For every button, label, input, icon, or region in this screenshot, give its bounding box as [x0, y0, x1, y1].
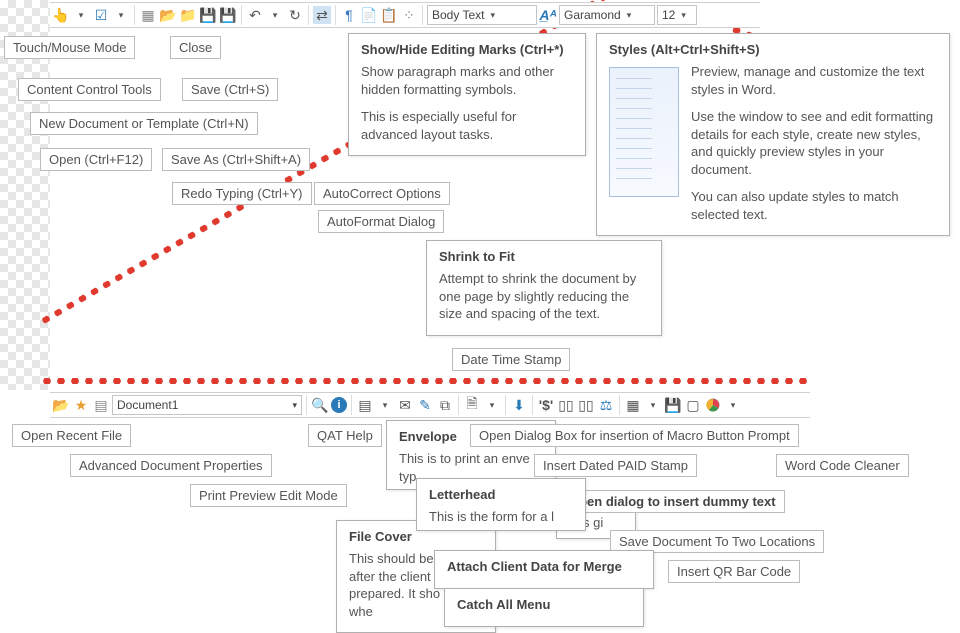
tooltip-title: Shrink to Fit	[439, 249, 649, 264]
adv-props-icon[interactable]: ▤	[92, 396, 110, 414]
toggle-arrows-icon[interactable]: ⇄	[313, 6, 331, 24]
dollar-icon[interactable]: '$'	[537, 396, 555, 414]
quick-access-toolbar-bottom: 📂 ★ ▤ Document1 ▾ 🔍 i ▤ ▾ ✉ ✎ ⧉ 🗎 ▾ ⬇ '$…	[50, 392, 810, 418]
open-icon[interactable]: 📂	[159, 6, 177, 24]
document-dropdown-value: Document1	[117, 398, 178, 412]
show-hide-marks-icon[interactable]: ¶	[340, 6, 358, 24]
columns1-icon[interactable]: ▯▯	[557, 396, 575, 414]
document-dropdown[interactable]: Document1 ▾	[112, 395, 302, 415]
callout-save-as: Save As (Ctrl+Shift+A)	[162, 148, 310, 171]
save-as-icon[interactable]: 💾	[219, 6, 237, 24]
qat-help-icon[interactable]: i	[331, 397, 347, 413]
font-dropdown-value: Garamond	[564, 8, 621, 22]
tooltip-editing-marks: Show/Hide Editing Marks (Ctrl+*) Show pa…	[348, 33, 586, 156]
size-dropdown[interactable]: 12 ▾	[657, 5, 697, 25]
styles-pane-icon[interactable]: A̲ᴬ	[539, 6, 557, 24]
callout-date-time: Date Time Stamp	[452, 348, 570, 371]
callout-save: Save (Ctrl+S)	[182, 78, 278, 101]
save-icon[interactable]: 💾	[199, 6, 217, 24]
pie-icon[interactable]	[704, 396, 722, 414]
new-page-icon[interactable]: 🗎	[463, 396, 481, 414]
touch-mode-icon[interactable]: 👆	[52, 6, 70, 24]
print-preview-icon[interactable]: 🔍	[311, 396, 329, 414]
callout-touch-mouse: Touch/Mouse Mode	[4, 36, 135, 59]
tooltip-shrink: Shrink to Fit Attempt to shrink the docu…	[426, 240, 662, 336]
callout-open-recent: Open Recent File	[12, 424, 131, 447]
tooltip-catch-all: Catch All Menu	[444, 588, 644, 627]
callout-open: Open (Ctrl+F12)	[40, 148, 152, 171]
callout-autoformat: AutoFormat Dialog	[318, 210, 444, 233]
style-dropdown-value: Body Text	[432, 8, 484, 22]
callout-word-cleaner: Word Code Cleaner	[776, 454, 909, 477]
scales-icon[interactable]: ⚖	[597, 396, 615, 414]
tooltip-title: Styles (Alt+Ctrl+Shift+S)	[609, 42, 937, 57]
tooltip-title: Show/Hide Editing Marks (Ctrl+*)	[361, 42, 573, 57]
tooltip-title: Attach Client Data for Merge	[447, 559, 641, 574]
columns2-icon[interactable]: ▯▯	[577, 396, 595, 414]
tooltip-letterhead: Letterhead This is the form for a l	[416, 478, 586, 531]
download-icon[interactable]: ⬇	[510, 396, 528, 414]
callout-macro-button: Open Dialog Box for insertion of Macro B…	[470, 424, 799, 447]
sign-icon[interactable]: ✎	[416, 396, 434, 414]
font-dropdown[interactable]: Garamond ▾	[559, 5, 655, 25]
final-caret[interactable]: ▾	[724, 396, 742, 414]
tooltip-title: Catch All Menu	[457, 597, 631, 612]
tooltip-title: File Cover	[349, 529, 483, 544]
tooltip-title: Letterhead	[429, 487, 573, 502]
page-icon[interactable]: 📄	[360, 6, 378, 24]
tooltip-attach: Attach Client Data for Merge	[434, 550, 654, 589]
styles-thumbnail	[609, 67, 679, 197]
envelope-group-icon[interactable]: ▤	[356, 396, 374, 414]
layout-caret[interactable]: ▾	[644, 396, 662, 414]
connector-line	[40, 378, 810, 384]
favorite-icon[interactable]: ★	[72, 396, 90, 414]
shrink-fit-icon[interactable]: ⁘	[400, 6, 418, 24]
envelope-caret[interactable]: ▾	[376, 396, 394, 414]
style-dropdown[interactable]: Body Text ▾	[427, 5, 537, 25]
callout-adv-props: Advanced Document Properties	[70, 454, 272, 477]
undo-caret[interactable]: ▾	[266, 6, 284, 24]
paste-icon[interactable]: 📋	[380, 6, 398, 24]
window-icon[interactable]: ▢	[684, 396, 702, 414]
callout-content-control: Content Control Tools	[18, 78, 161, 101]
callout-new-doc: New Document or Template (Ctrl+N)	[30, 112, 258, 135]
close-icon[interactable]: 📁	[179, 6, 197, 24]
size-dropdown-value: 12	[662, 8, 675, 22]
callout-print-preview: Print Preview Edit Mode	[190, 484, 347, 507]
undo-icon[interactable]: ↶	[246, 6, 264, 24]
quick-access-toolbar-top: 👆 ▾ ☑ ▾ ▦ 📂 📁 💾 💾 ↶ ▾ ↻ ⇄ ¶ 📄 📋 ⁘ Body T…	[50, 2, 760, 28]
new-page-caret[interactable]: ▾	[483, 396, 501, 414]
new-doc-icon[interactable]: ▦	[139, 6, 157, 24]
callout-redo: Redo Typing (Ctrl+Y)	[172, 182, 312, 205]
callout-autocorrect: AutoCorrect Options	[314, 182, 450, 205]
open-recent-icon[interactable]: 📂	[52, 396, 70, 414]
touch-mode-caret[interactable]: ▾	[72, 6, 90, 24]
tooltip-styles: Styles (Alt+Ctrl+Shift+S) Preview, manag…	[596, 33, 950, 236]
mail-icon[interactable]: ✉	[396, 396, 414, 414]
callout-qat-help: QAT Help	[308, 424, 382, 447]
callout-qr-code: Insert QR Bar Code	[668, 560, 800, 583]
content-control-icon[interactable]: ☑	[92, 6, 110, 24]
callout-paid-stamp: Insert Dated PAID Stamp	[534, 454, 697, 477]
callout-close: Close	[170, 36, 221, 59]
content-control-caret[interactable]: ▾	[112, 6, 130, 24]
attach-icon[interactable]: ⧉	[436, 396, 454, 414]
redo-icon[interactable]: ↻	[286, 6, 304, 24]
save2-icon[interactable]: 💾	[664, 396, 682, 414]
layout-icon[interactable]: ▦	[624, 396, 642, 414]
callout-dummy-text: Open dialog to insert dummy text	[560, 490, 785, 513]
